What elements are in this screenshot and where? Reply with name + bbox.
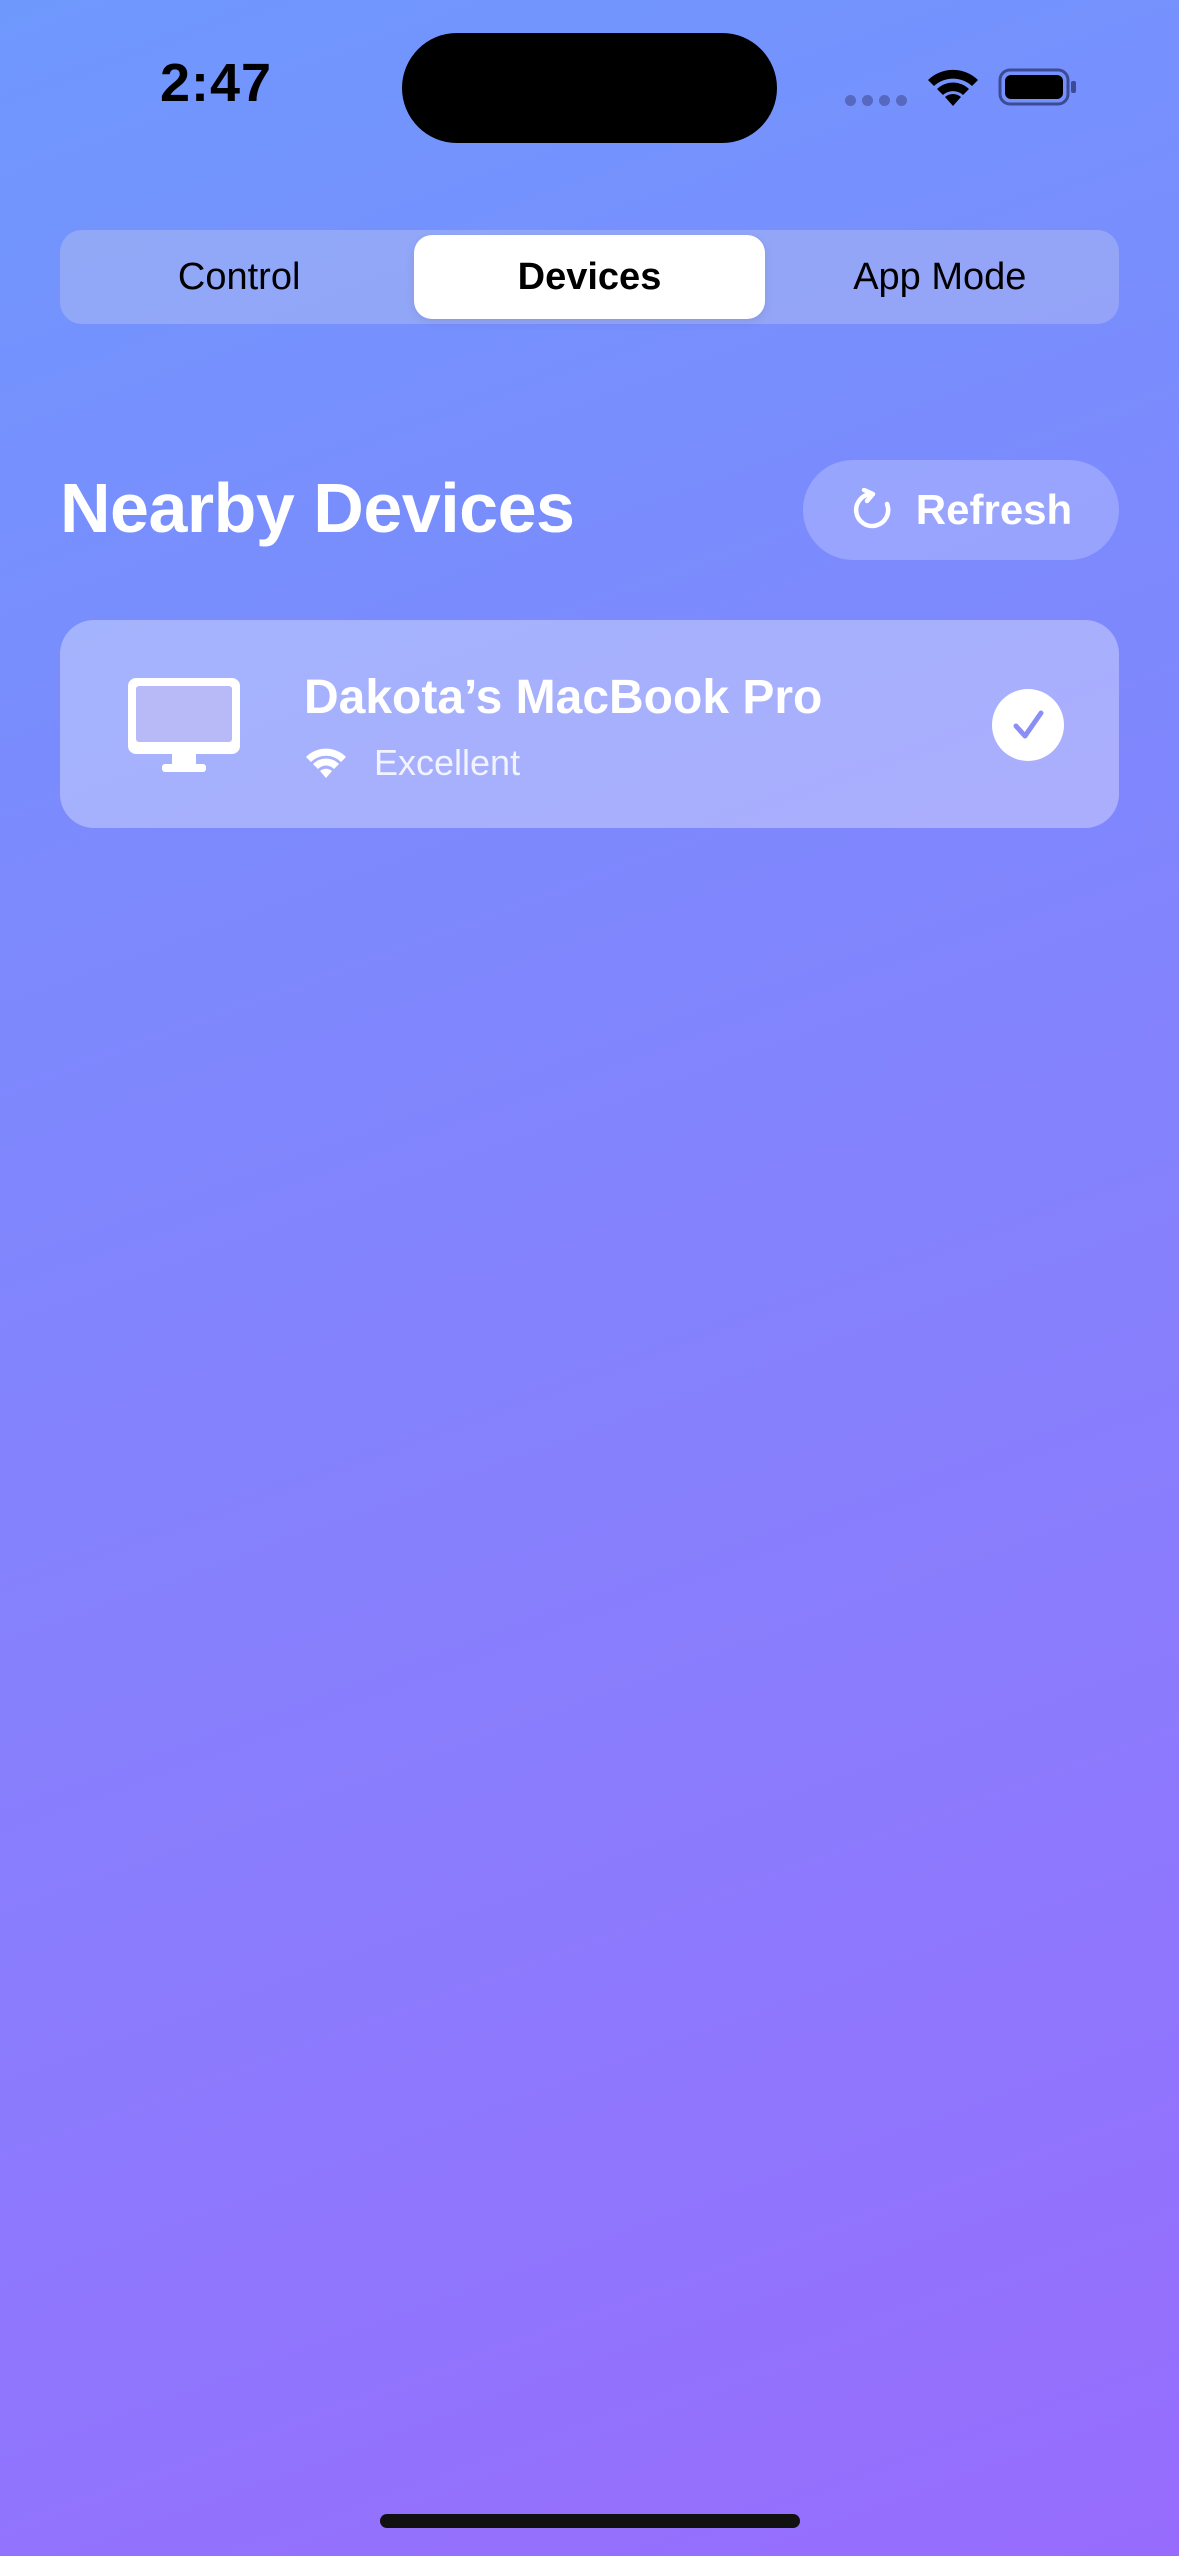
refresh-label: Refresh: [915, 486, 1073, 533]
desktop-computer-icon: [128, 678, 240, 772]
refresh-icon: [853, 488, 891, 529]
cellular-signal-icon: [845, 95, 907, 106]
selected-indicator: [992, 689, 1064, 761]
device-signal: Excellent: [304, 742, 520, 784]
home-indicator[interactable]: [380, 2514, 800, 2528]
device-name: Dakota’s MacBook Pro: [304, 671, 823, 724]
mode-segmented-control: Control Devices App Mode: [60, 230, 1119, 324]
device-row[interactable]: Dakota’s MacBook Pro Excellent: [60, 620, 1119, 828]
signal-strength-label: Excellent: [374, 742, 521, 783]
tab-control[interactable]: Control: [64, 235, 414, 319]
tab-app-mode[interactable]: App Mode: [765, 235, 1115, 319]
page-title: Nearby Devices: [60, 469, 575, 547]
battery-icon: [998, 68, 1076, 106]
refresh-button[interactable]: Refresh: [803, 460, 1119, 560]
tab-devices[interactable]: Devices: [414, 235, 765, 319]
status-time: 2:47: [160, 53, 273, 113]
checkmark-icon: [1013, 710, 1044, 739]
wifi-status-icon: [928, 69, 978, 106]
wifi-signal-icon: [306, 748, 346, 778]
dynamic-island: [402, 33, 777, 143]
